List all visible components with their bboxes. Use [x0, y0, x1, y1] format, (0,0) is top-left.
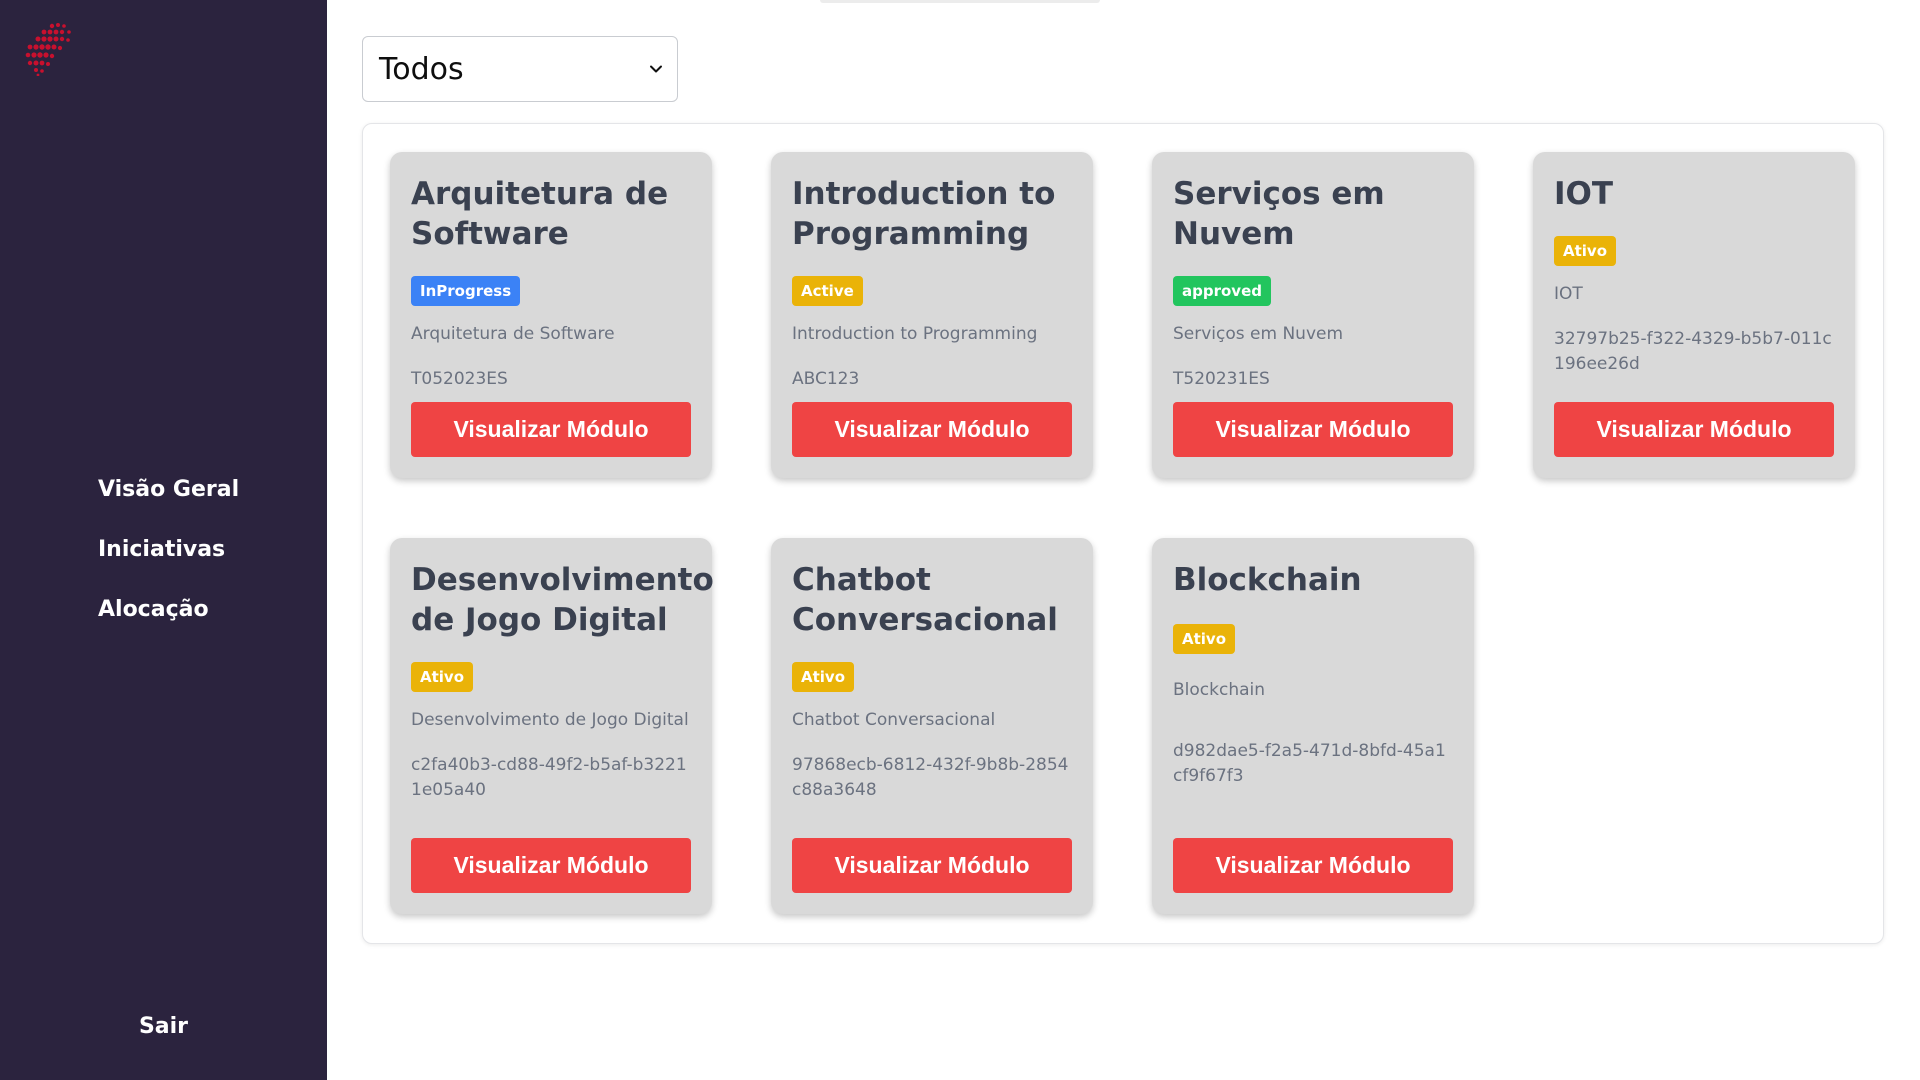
view-module-button[interactable]: Visualizar Módulo: [1554, 402, 1834, 457]
card-code: c2fa40b3-cd88-49f2-b5af-b32211e05a40: [411, 755, 687, 800]
module-card: Chatbot Conversacional Ativo Chatbot Con…: [771, 538, 1093, 914]
module-card: Desenvolvimento de Jogo Digital Ativo De…: [390, 538, 714, 914]
status-badge: Ativo: [411, 662, 474, 692]
card-description: Introduction to Programming: [792, 324, 1038, 344]
view-module-button[interactable]: Visualizar Módulo: [411, 402, 691, 457]
card-description: Arquitetura de Software: [411, 324, 615, 344]
globe-dots-logo[interactable]: [22, 20, 74, 76]
view-module-button[interactable]: Visualizar Módulo: [411, 838, 691, 893]
sidebar-item-iniciativas[interactable]: Iniciativas: [98, 533, 239, 593]
chevron-down-icon: [650, 65, 662, 73]
card-title: Chatbot Conversacional: [792, 562, 1058, 638]
status-badge: Active: [792, 276, 863, 306]
module-card: Blockchain Ativo Blockchain d982dae5-f2a…: [1152, 538, 1474, 914]
status-badge: Ativo: [1173, 624, 1236, 654]
card-title: Arquitetura de Software: [411, 176, 669, 252]
module-card: IOT Ativo IOT 32797b25-f322-4329-b5b7-01…: [1533, 152, 1855, 478]
card-code: d982dae5-f2a5-471d-8bfd-45a1cf9f67f3: [1173, 741, 1446, 786]
card-description: Serviços em Nuvem: [1173, 324, 1344, 344]
top-divider: [820, 0, 1100, 3]
card-code: ABC123: [792, 369, 860, 389]
filter-selected-value: Todos: [379, 51, 464, 87]
card-description: Blockchain: [1173, 680, 1266, 700]
module-card: Arquitetura de Software InProgress Arqui…: [390, 152, 712, 478]
sidebar-item-visao-geral[interactable]: Visão Geral: [98, 473, 239, 533]
modules-panel: Arquitetura de Software InProgress Arqui…: [362, 123, 1884, 944]
sidebar-item-alocacao[interactable]: Alocação: [98, 593, 239, 653]
card-title: Desenvolvimento de Jogo Digital: [411, 562, 714, 638]
logout-button[interactable]: Sair: [0, 1014, 327, 1039]
card-code: T520231ES: [1173, 369, 1270, 389]
card-title: Blockchain: [1173, 562, 1362, 598]
module-card: Serviços em Nuvem approved Serviços em N…: [1152, 152, 1474, 478]
card-title: Introduction to Programming: [792, 176, 1056, 252]
status-badge: InProgress: [411, 276, 521, 306]
card-description: IOT: [1554, 284, 1583, 304]
status-filter-select[interactable]: Todos: [362, 36, 678, 102]
sidebar-nav: Visão Geral Iniciativas Alocação: [98, 473, 239, 653]
card-description: Chatbot Conversacional: [792, 710, 996, 730]
card-title: Serviços em Nuvem: [1173, 176, 1385, 252]
card-title: IOT: [1554, 176, 1614, 212]
view-module-button[interactable]: Visualizar Módulo: [792, 838, 1072, 893]
status-badge: Ativo: [792, 662, 855, 692]
card-code: 32797b25-f322-4329-b5b7-011c196ee26d: [1554, 329, 1832, 374]
view-module-button[interactable]: Visualizar Módulo: [1173, 402, 1453, 457]
sidebar: Visão Geral Iniciativas Alocação Sair: [0, 0, 327, 1080]
view-module-button[interactable]: Visualizar Módulo: [1173, 838, 1453, 893]
card-code: 97868ecb-6812-432f-9b8b-2854c88a3648: [792, 755, 1069, 800]
card-description: Desenvolvimento de Jogo Digital: [411, 710, 689, 730]
view-module-button[interactable]: Visualizar Módulo: [792, 402, 1072, 457]
status-badge: approved: [1173, 276, 1271, 306]
card-code: T052023ES: [411, 369, 508, 389]
module-card: Introduction to Programming Active Intro…: [771, 152, 1093, 478]
status-badge: Ativo: [1554, 236, 1617, 266]
